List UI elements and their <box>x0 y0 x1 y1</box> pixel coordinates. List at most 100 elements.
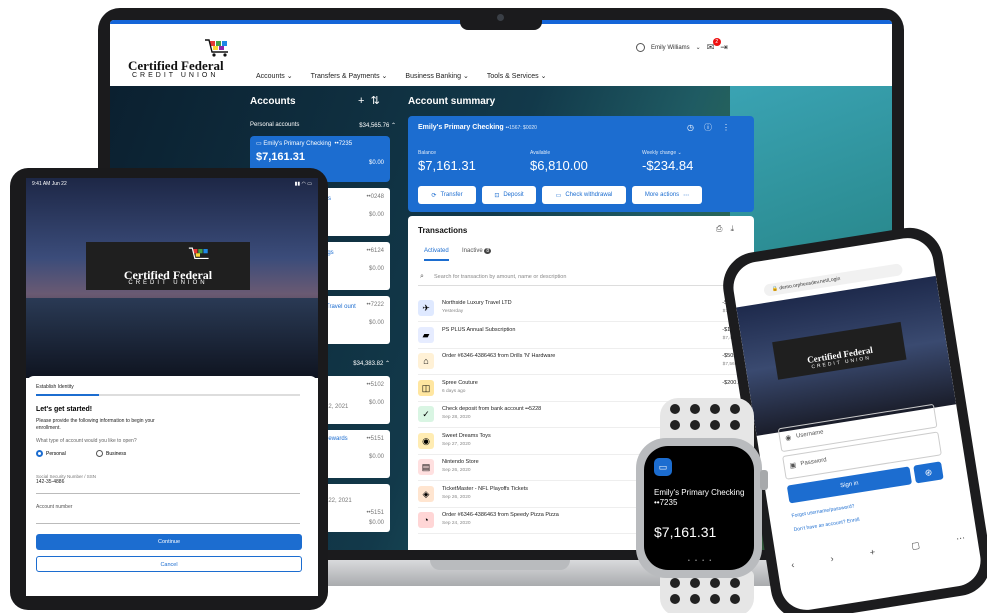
watch-crown <box>760 470 768 490</box>
check-withdrawal-button[interactable]: ▭ Check withdrawal <box>542 186 626 204</box>
radio-unselected-icon <box>96 450 103 457</box>
transaction-name: Sweet Dreams Toys <box>442 432 491 439</box>
transaction-name: TicketMaster - NFL Playoffs Tickets <box>442 485 528 492</box>
transfer-button[interactable]: ⟳ Transfer <box>418 186 476 204</box>
account-summary-title: Account summary <box>408 96 496 107</box>
menu-icon[interactable]: ⋯ <box>955 533 966 545</box>
browser-toolbar: ‹ › + ▢ ⋯ <box>790 533 966 571</box>
account-card-balance: $7,161.31 <box>256 151 305 163</box>
enroll-link[interactable]: Don't have an account? Enroll <box>793 517 860 533</box>
tab-activated[interactable]: Activated <box>424 248 449 261</box>
transaction-date: Sep 26, 2020 <box>442 468 471 473</box>
more-horiz-icon: ⋯ <box>683 192 690 199</box>
more-vert-icon[interactable]: ⋮ <box>722 123 740 132</box>
account-item-num: ••6124 <box>366 248 384 254</box>
back-icon[interactable]: ‹ <box>790 560 795 571</box>
radio-business[interactable]: Business <box>96 450 126 457</box>
toy-icon: ◉ <box>418 432 434 449</box>
account-item-val: $0.00 <box>368 454 384 460</box>
available-label: Available <box>530 150 551 156</box>
forgot-credentials-link[interactable]: Forgot username/password? <box>791 503 855 519</box>
enrollment-form: Establish Identity Let's get started! Pl… <box>26 376 318 596</box>
accounts-tools: + ⇅ <box>358 94 380 107</box>
account-item-num: ••5151 <box>366 510 384 516</box>
tablet-brand-logo: Certified Federal CREDIT UNION <box>86 242 250 290</box>
brand-logo[interactable]: Certified Federal CREDIT UNION <box>128 36 238 80</box>
history-icon[interactable]: ◷ <box>687 123 704 132</box>
personal-accounts-header[interactable]: Personal accounts $34,565.76 ⌃ <box>250 122 396 129</box>
account-card-name: ▭ Emily's Primary Checking ••7235 <box>256 141 353 147</box>
city-reflection <box>26 298 318 378</box>
sort-icon[interactable]: ⇅ <box>371 95 380 107</box>
account-card-sub: $0.00 <box>368 160 384 166</box>
nav-tools[interactable]: Tools & Services <box>487 72 547 80</box>
lock-icon: ▣ <box>789 462 797 470</box>
fingerprint-icon[interactable]: ⊛ <box>913 461 944 484</box>
watch-screen: ▭ Emily's Primary Checking ••7235 $7,161… <box>644 446 754 570</box>
table-row[interactable]: ✈Northside Luxury Travel LTDYesterday-$2… <box>418 296 744 322</box>
account-item-label: Travel ount <box>326 304 356 310</box>
personal-accounts-total: $34,565.76 ⌃ <box>359 123 396 129</box>
add-tab-icon[interactable]: + <box>869 547 876 559</box>
game-icon: ▰ <box>418 326 434 343</box>
notification-icon[interactable]: ✉ 2 <box>707 38 721 53</box>
cart-logo-icon <box>188 247 209 260</box>
brand-subtitle: CREDIT UNION <box>128 280 208 286</box>
radio-personal[interactable]: Personal <box>36 450 66 457</box>
account-item-val: $0.00 <box>368 212 384 218</box>
user-icon: ◉ <box>784 434 793 443</box>
personal-accounts-label: Personal accounts <box>250 122 300 128</box>
account-type-question: What type of account would you like to o… <box>36 438 137 444</box>
download-icon[interactable]: ⤓ <box>730 224 742 233</box>
check-icon: ▭ <box>555 192 562 199</box>
radio-selected-icon <box>36 450 43 457</box>
user-menu[interactable]: Emily Williams ⌄ ✉ 2 ⇥ <box>636 38 728 53</box>
nav-accounts[interactable]: Accounts <box>256 72 293 80</box>
store-icon: ▤ <box>418 459 434 475</box>
forward-icon[interactable]: › <box>830 553 835 564</box>
brand-subtitle: CREDIT UNION <box>132 72 219 79</box>
summary-icons: ◷ⓘ⋮ <box>687 122 740 133</box>
chevron-down-icon: ⌄ <box>695 45 701 51</box>
account-number-field[interactable]: Account number <box>36 502 300 524</box>
transaction-search-input[interactable]: ⌕ Search for transaction by amount, name… <box>418 270 744 286</box>
add-account-icon[interactable]: + <box>358 95 364 107</box>
step-progress-bar <box>36 394 300 396</box>
plane-icon: ✈ <box>418 300 434 316</box>
main-nav: Accounts Transfers & Payments Business B… <box>256 72 546 80</box>
table-row[interactable]: ▰PS PLUS Annual Subscription-$100.00$7,4… <box>418 323 744 349</box>
ssn-field[interactable]: Social Security Number / SSN 142-35-4886 <box>36 472 300 494</box>
table-row[interactable]: ⌂ Order #6346-4386463 from Drills 'N' Har… <box>418 349 744 375</box>
transaction-date: Yesterday <box>442 309 464 314</box>
weekly-change-label: Weekly change ⌄ <box>642 150 682 156</box>
transaction-name: Check deposit from bank account ••5228 <box>442 406 542 412</box>
account-item-num: ••5102 <box>366 382 384 388</box>
nav-business[interactable]: Business Banking <box>405 72 468 80</box>
available-value: $6,810.00 <box>530 158 588 173</box>
continue-button[interactable]: Continue <box>36 534 302 550</box>
user-name: Emily Williams <box>651 44 690 51</box>
more-actions-button[interactable]: More actions ⋯ <box>632 186 702 204</box>
print-icon[interactable]: ⎙ <box>716 224 730 233</box>
account-item-num: ••5151 <box>366 436 384 442</box>
wallet-icon: ▭ <box>654 458 672 476</box>
group-total: $34,383.82 ⌃ <box>353 361 390 367</box>
tabs-icon[interactable]: ▢ <box>911 540 921 552</box>
info-icon[interactable]: ⓘ <box>704 123 722 132</box>
summary-account-name: Emily's Primary Checking ••1567: $0020 <box>418 124 537 131</box>
account-item-num: ••7222 <box>366 302 384 308</box>
tablet-status-bar: 9:41 AM Jun 22 ▮▮ ◠ ▭ <box>32 181 312 187</box>
user-avatar-icon <box>636 43 645 52</box>
lock-icon: 🔒 <box>771 285 779 293</box>
tab-inactive[interactable]: Inactive 8 <box>462 248 492 254</box>
logout-icon[interactable]: ⇥ <box>720 42 728 53</box>
tablet-screen: 9:41 AM Jun 22 ▮▮ ◠ ▭ Certified Federal C… <box>26 178 318 596</box>
deposit-button[interactable]: ⊡ Deposit <box>482 186 536 204</box>
cancel-button[interactable]: Cancel <box>36 556 302 572</box>
ssn-value: 142-35-4886 <box>36 479 65 485</box>
weekly-change-value: -$234.84 <box>642 158 694 173</box>
balance-label: Balance <box>418 150 437 156</box>
device-mockup-scene: Certified Federal CREDIT UNION Accounts … <box>0 0 987 613</box>
nav-transfers[interactable]: Transfers & Payments <box>311 72 388 80</box>
football-icon: ◈ <box>418 485 434 502</box>
